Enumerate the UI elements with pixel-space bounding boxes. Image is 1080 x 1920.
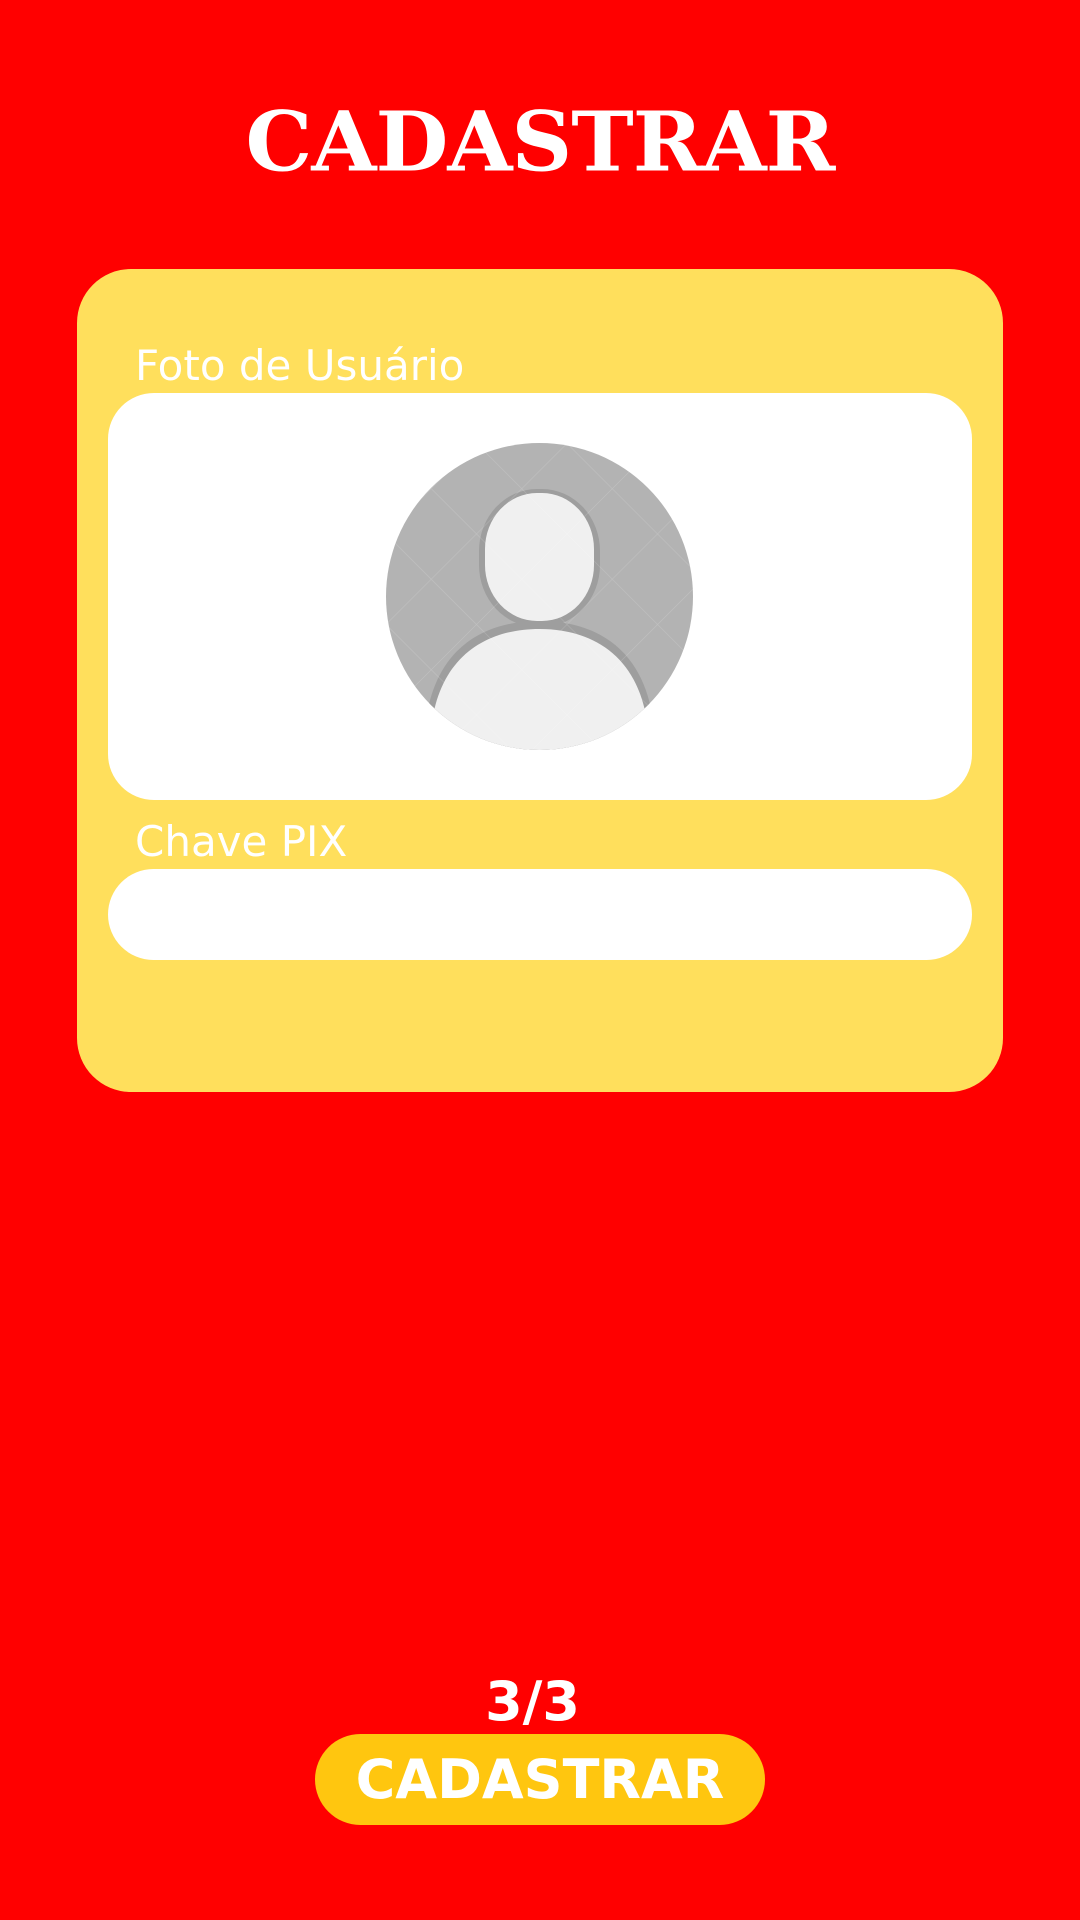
pix-key-input[interactable] [108,869,972,960]
page-title: CADASTRAR [245,93,835,191]
pix-field-label: Chave PIX [135,817,348,866]
photo-field-label: Foto de Usuário [135,341,465,390]
form-card: Foto de Usuário Chave PIX [77,269,1003,1092]
submit-button[interactable]: CADASTRAR [315,1734,765,1825]
step-counter: 3/3 [485,1670,580,1733]
photo-upload-area[interactable] [108,393,972,800]
user-placeholder-icon [386,443,693,750]
